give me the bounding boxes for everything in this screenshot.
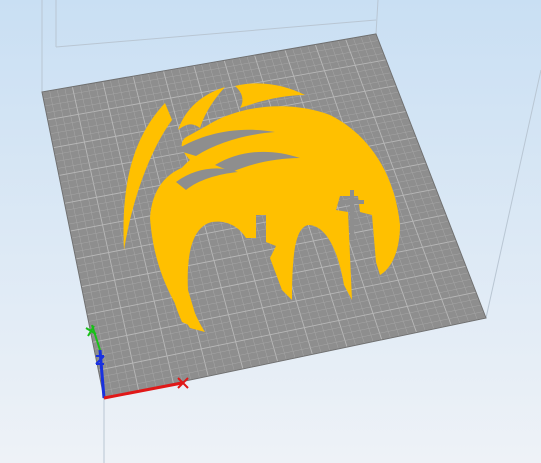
scene-canvas[interactable] [0, 0, 541, 463]
3d-viewport[interactable] [0, 0, 541, 463]
frame-edge-front-right [485, 69, 541, 319]
frame-edge-back-right [375, 0, 379, 35]
